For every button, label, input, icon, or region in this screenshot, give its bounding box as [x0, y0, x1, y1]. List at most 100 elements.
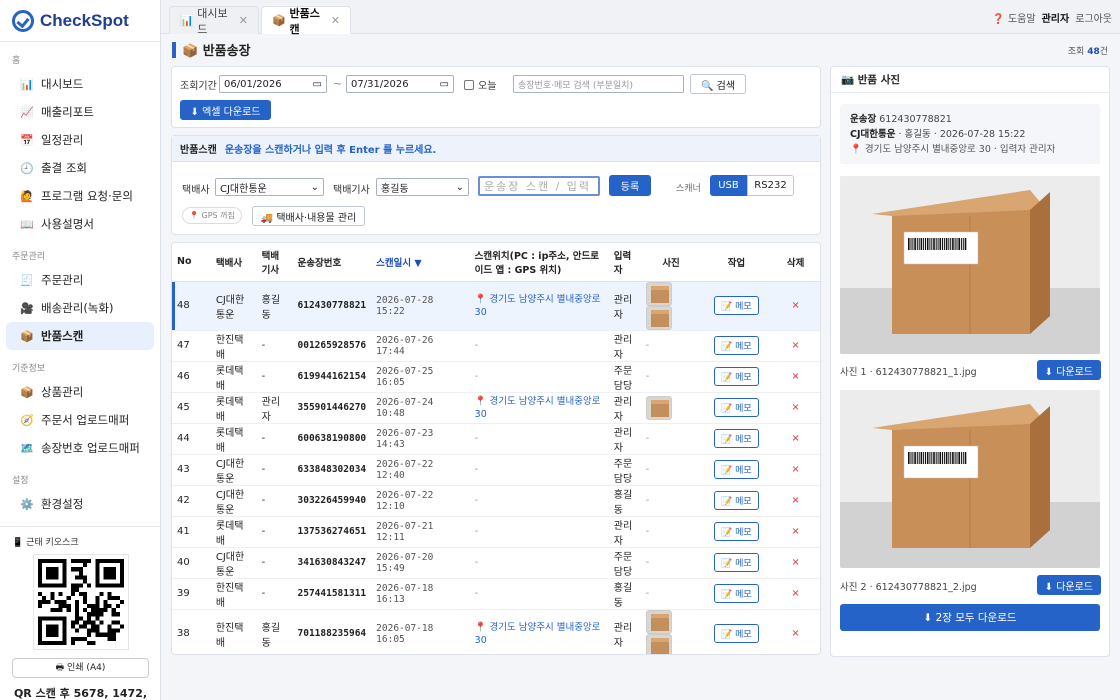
photo-thumbnail[interactable]: [645, 305, 672, 330]
delete-icon[interactable]: ×: [771, 281, 820, 331]
sidebar-item-settings-0[interactable]: ⚙️ 환경설정: [6, 490, 154, 518]
table-row[interactable]: 38 한진택배 홍길동 701188235964 2026-07-18 16:05 📍 경…: [172, 609, 820, 654]
cell-no: 47: [172, 330, 211, 362]
rs232-option[interactable]: RS232: [747, 175, 794, 196]
photo-2-download-button[interactable]: ⬇ 다운로드: [1036, 575, 1101, 595]
cell-action: 📝 메모: [701, 609, 772, 654]
nav-icon: 🗺️: [20, 441, 34, 455]
photo-panel: 📷 반품 사진 운송장 612430778821 CJ대한통운 · 홍길동 · …: [830, 66, 1110, 657]
period-label: 조회기간: [180, 81, 217, 92]
search-input[interactable]: 송장번호·메모 검색 (부분일치): [513, 75, 684, 93]
memo-button[interactable]: 📝 메모: [714, 429, 759, 448]
table-row[interactable]: 39 한진택배 -257441581311 2026-07-18 16:13- 홍길동 -…: [172, 578, 820, 610]
sidebar-item-base-1[interactable]: 🧭 주문서 업로드매퍼: [6, 406, 154, 434]
memo-button[interactable]: 📝 메모: [714, 491, 759, 510]
close-icon[interactable]: ✕: [239, 14, 248, 27]
memo-button[interactable]: 📝 메모: [714, 624, 759, 643]
sidebar-item-base-2[interactable]: 🗺️ 송장번호 업로드매퍼: [6, 434, 154, 462]
nav-icon: 📖: [20, 217, 34, 231]
delete-icon[interactable]: ×: [771, 330, 820, 362]
memo-button[interactable]: 📝 메모: [714, 296, 759, 315]
sidebar-item-home-4[interactable]: 🙋 프로그램 요청·문의: [6, 182, 154, 210]
date-from-input[interactable]: 06/01/2026 ▭: [219, 75, 327, 93]
table-row[interactable]: 40 CJ대한통운 -341630843247 2026-07-20 15:49- 주문…: [172, 547, 820, 579]
delete-icon[interactable]: ×: [771, 547, 820, 579]
nav-icon: 🧭: [20, 413, 34, 427]
return-table-panel: No 택배사 택배기사 운송장번호 스캔일시 ▼ 스캔위치(PC : ip주소, 안드로이…: [171, 242, 821, 655]
return-photo-1[interactable]: [840, 176, 1100, 354]
delete-icon[interactable]: ×: [771, 516, 820, 548]
sidebar-item-order-1[interactable]: 🎥 배송관리(녹화): [6, 294, 154, 322]
photo-1-download-button[interactable]: ⬇ 다운로드: [1036, 360, 1101, 380]
sidebar-item-home-3[interactable]: 🕘 출결 조회: [6, 154, 154, 182]
sidebar-item-base-0[interactable]: 📦 상품관리: [6, 378, 154, 406]
logo[interactable]: CheckSpot: [0, 0, 160, 42]
sidebar-item-order-2[interactable]: 📦 반품스캔: [6, 322, 154, 350]
table-row[interactable]: 42 CJ대한통운 -303226459940 2026-07-22 12:10- 홍길…: [172, 485, 820, 517]
sidebar-item-home-1[interactable]: 📈 매출리포트: [6, 98, 154, 126]
memo-button[interactable]: 📝 메모: [714, 460, 759, 479]
search-button[interactable]: 🔍 검색: [690, 74, 746, 94]
memo-button[interactable]: 📝 메모: [714, 398, 759, 417]
table-row[interactable]: 46 롯데택배 -619944162154 2026-07-25 16:05- 주문담당…: [172, 361, 820, 393]
tracking-input[interactable]: 운송장 스캔 / 입력: [478, 176, 600, 196]
usb-option[interactable]: USB: [710, 175, 747, 196]
cell-no: 41: [172, 516, 211, 548]
cell-location: -: [469, 330, 609, 362]
chevron-down-icon: ⌄: [310, 181, 319, 193]
delete-icon[interactable]: ×: [771, 609, 820, 654]
delete-icon[interactable]: ×: [771, 361, 820, 393]
table-row[interactable]: 41 롯데택배 -137536274651 2026-07-21 12:11- 관리자 -…: [172, 516, 820, 548]
return-photo-2[interactable]: [840, 390, 1100, 568]
table-row[interactable]: 48 CJ대한통운 홍길동 612430778821 2026-07-28 15:22 📍…: [172, 281, 820, 331]
table-row[interactable]: 44 롯데택배 -600638190800 2026-07-23 14:43- 관리자 -…: [172, 423, 820, 455]
driver-select[interactable]: 홍길동 ⌄: [376, 178, 469, 196]
close-icon[interactable]: ✕: [331, 14, 340, 27]
delete-icon[interactable]: ×: [771, 392, 820, 424]
table-row[interactable]: 45 롯데택배 관리자 355901446270 2026-07-24 10:48 📍 경…: [172, 392, 820, 424]
memo-button[interactable]: 📝 메모: [714, 553, 759, 572]
sidebar-item-order-0[interactable]: 🧾 주문관리: [6, 266, 154, 294]
tab-dashboard[interactable]: 📊 대시보드 ✕: [169, 6, 259, 36]
delete-icon[interactable]: ×: [771, 578, 820, 610]
memo-button[interactable]: 📝 메모: [714, 336, 759, 355]
delete-icon[interactable]: ×: [771, 423, 820, 455]
courier-select[interactable]: CJ대한통운 ⌄: [215, 178, 324, 196]
photo-thumbnail[interactable]: [645, 633, 672, 654]
sidebar-item-home-2[interactable]: 📅 일정관리: [6, 126, 154, 154]
tab-label: 대시보드: [197, 6, 228, 36]
cell-datetime: 2026-07-18 16:13: [371, 578, 470, 610]
nav-icon: 📅: [20, 133, 34, 147]
sidebar-item-home-5[interactable]: 📖 사용설명서: [6, 210, 154, 238]
excel-download-button[interactable]: ⬇ 엑셀 다운로드: [180, 100, 271, 120]
courier-manage-button[interactable]: 🚚 택배사·내용물 관리: [252, 206, 365, 226]
table-row[interactable]: 43 CJ대한통운 -633848302034 2026-07-22 12:40- 주문…: [172, 454, 820, 486]
cell-tracking: 341630843247: [292, 547, 372, 579]
photo-thumbnail[interactable]: [645, 395, 672, 420]
memo-button[interactable]: 📝 메모: [714, 584, 759, 603]
cell-tracking: 619944162154: [292, 361, 372, 393]
logout-link[interactable]: 로그아웃: [1075, 10, 1112, 25]
tab-return-scan[interactable]: 📦 반품스캔 ✕: [261, 6, 351, 36]
print-button[interactable]: 🖶 인쇄 (A4): [12, 658, 149, 678]
register-button[interactable]: 등록: [609, 175, 651, 196]
date-to-input[interactable]: 07/31/2026 ▭: [346, 75, 454, 93]
download-all-button[interactable]: ⬇ 2장 모두 다운로드: [840, 604, 1100, 631]
photo-thumbnail[interactable]: [645, 281, 672, 306]
page-title: 📦 반품송장: [172, 40, 251, 59]
memo-button[interactable]: 📝 메모: [714, 522, 759, 541]
cell-action: 📝 메모: [701, 423, 772, 455]
delete-icon[interactable]: ×: [771, 454, 820, 486]
help-link[interactable]: ❓ 도움말: [992, 10, 1035, 25]
table-row[interactable]: 47 한진택배 -001265928576 2026-07-26 17:44- 관리자 -…: [172, 330, 820, 362]
memo-button[interactable]: 📝 메모: [714, 367, 759, 386]
cell-driver: -: [256, 423, 293, 455]
column-header[interactable]: 스캔일시 ▼: [371, 243, 470, 282]
user-name: 관리자: [1041, 14, 1070, 25]
cell-driver: -: [256, 361, 293, 393]
today-checkbox[interactable]: 오늘: [464, 77, 496, 92]
sidebar-item-home-0[interactable]: 📊 대시보드: [6, 70, 154, 98]
cell-datetime: 2026-07-28 15:22: [371, 281, 470, 331]
photo-thumbnail[interactable]: [645, 609, 672, 634]
delete-icon[interactable]: ×: [771, 485, 820, 517]
